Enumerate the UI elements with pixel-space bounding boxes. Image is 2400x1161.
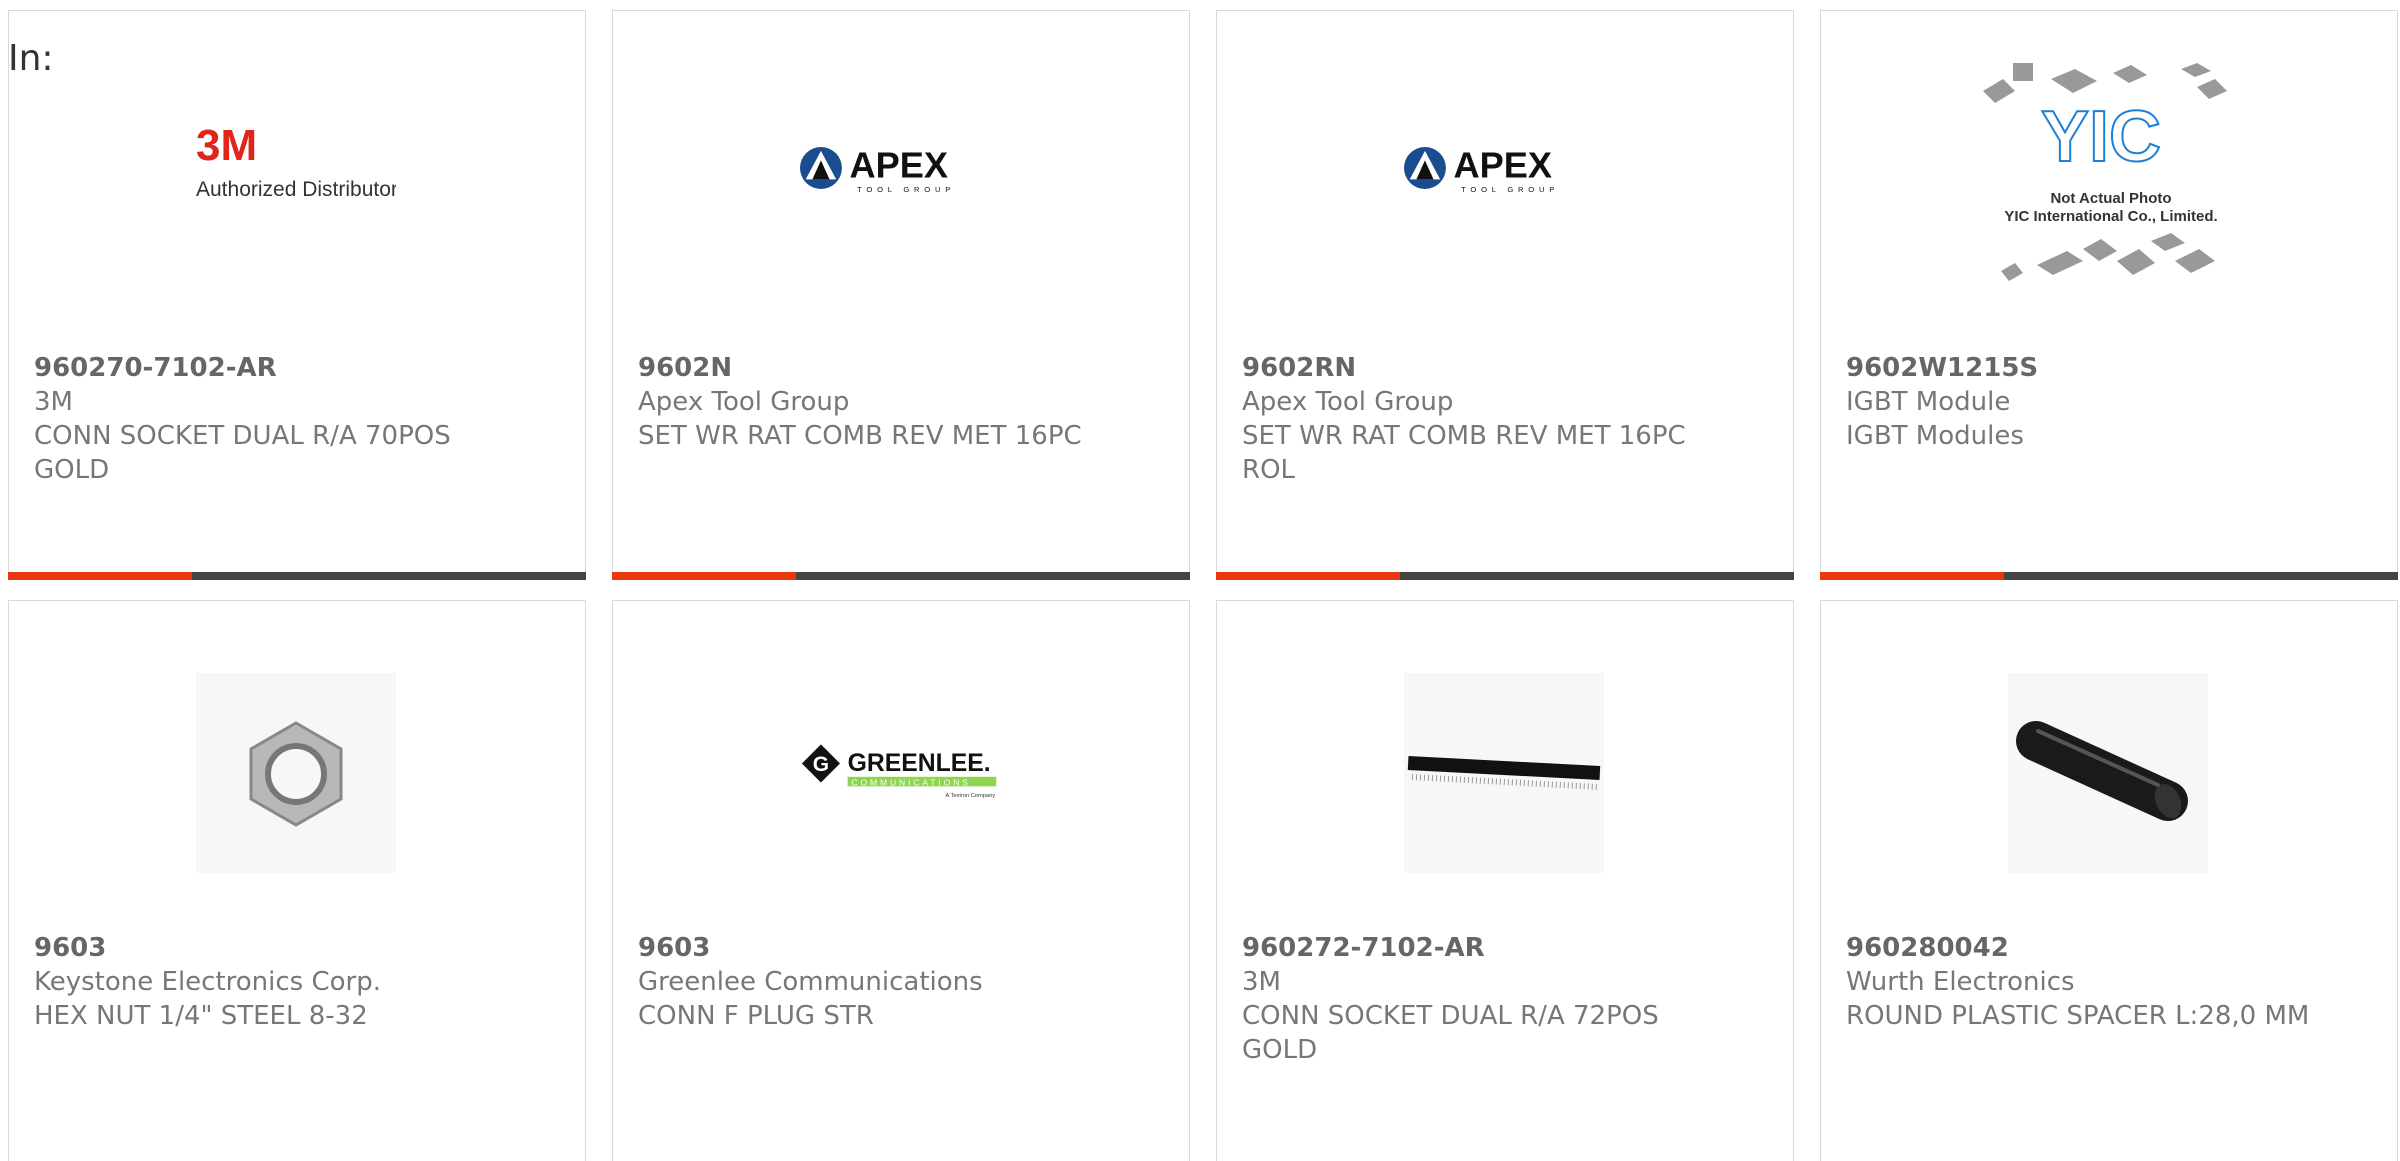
svg-text:APEX: APEX <box>1454 145 1553 186</box>
part-number[interactable]: 960280042 <box>1846 931 2316 965</box>
product-card[interactable]: 9603 Keystone Electronics Corp. HEX NUT … <box>8 600 586 1161</box>
svg-text:TOOL GROUP: TOOL GROUP <box>1461 185 1559 194</box>
product-description: IGBT Modules <box>1846 421 2024 451</box>
svg-text:YIC International Co., Limited: YIC International Co., Limited. <box>2004 208 2217 225</box>
manufacturer-name: 3M <box>34 387 73 417</box>
in-label: In: <box>8 38 54 79</box>
svg-text:APEX: APEX <box>850 145 949 186</box>
svg-text:GREENLEE.: GREENLEE. <box>848 750 991 777</box>
svg-text:A Textron Company: A Textron Company <box>946 793 996 799</box>
product-description: SET WR RAT COMB REV MET 16PC <box>638 421 1082 451</box>
manufacturer-logo: APEX TOOL GROUP <box>800 68 1000 268</box>
part-number[interactable]: 9602W1215S <box>1846 351 2316 385</box>
manufacturer-name: 3M <box>1242 967 1281 997</box>
manufacturer-name: IGBT Module <box>1846 387 2011 417</box>
manufacturer-name: Apex Tool Group <box>1242 387 1454 417</box>
product-photo <box>2008 673 2208 873</box>
product-card[interactable]: APEX TOOL GROUP 9602N Apex Tool Group SE… <box>612 10 1190 580</box>
product-description: HEX NUT 1/4" STEEL 8-32 <box>34 1001 368 1031</box>
card-bottom-bar <box>612 572 1190 580</box>
part-number[interactable]: 9602N <box>638 351 1108 385</box>
product-description: CONN SOCKET DUAL R/A 70POS GOLD <box>34 421 451 485</box>
card-bottom-bar <box>8 572 586 580</box>
part-number[interactable]: 960272-7102-AR <box>1242 931 1712 965</box>
manufacturer-name: Apex Tool Group <box>638 387 850 417</box>
manufacturer-name: Greenlee Communications <box>638 967 983 997</box>
product-description: ROUND PLASTIC SPACER L:28,0 MM <box>1846 1001 2310 1031</box>
part-number[interactable]: 9603 <box>34 931 504 965</box>
product-card[interactable]: 960272-7102-AR 3M CONN SOCKET DUAL R/A 7… <box>1216 600 1794 1161</box>
product-card[interactable]: YIC Not Actual Photo YIC International C… <box>1820 10 2398 580</box>
product-photo <box>1404 673 1604 873</box>
product-description: CONN SOCKET DUAL R/A 72POS GOLD <box>1242 1001 1659 1065</box>
svg-text:Authorized Distributor: Authorized Distributor <box>196 178 396 201</box>
svg-text:YIC: YIC <box>2041 97 2161 177</box>
part-number[interactable]: 9602RN <box>1242 351 1712 385</box>
manufacturer-logo: APEX TOOL GROUP <box>1404 68 1604 268</box>
card-bottom-bar <box>1820 572 2398 580</box>
svg-text:COMMUNICATIONS: COMMUNICATIONS <box>851 777 970 787</box>
product-description: SET WR RAT COMB REV MET 16PC ROL <box>1242 421 1686 485</box>
svg-text:G: G <box>813 753 829 776</box>
placeholder-image: YIC Not Actual Photo YIC International C… <box>1971 51 2251 301</box>
product-photo <box>196 673 396 873</box>
product-card[interactable]: APEX TOOL GROUP 9602RN Apex Tool Group S… <box>1216 10 1794 580</box>
svg-text:Not Actual Photo: Not Actual Photo <box>2050 190 2171 207</box>
card-bottom-bar <box>1216 572 1794 580</box>
manufacturer-name: Keystone Electronics Corp. <box>34 967 382 997</box>
part-number[interactable]: 9603 <box>638 931 1108 965</box>
manufacturer-name: Wurth Electronics <box>1846 967 2075 997</box>
product-card[interactable]: 960280042 Wurth Electronics ROUND PLASTI… <box>1820 600 2398 1161</box>
product-card[interactable]: 3M Authorized Distributor 960270-7102-AR… <box>8 10 586 580</box>
part-number[interactable]: 960270-7102-AR <box>34 351 504 385</box>
product-card[interactable]: G GREENLEE. COMMUNICATIONS A Textron Com… <box>612 600 1190 1161</box>
svg-text:3M: 3M <box>196 121 257 170</box>
manufacturer-logo: G GREENLEE. COMMUNICATIONS A Textron Com… <box>800 673 1000 873</box>
svg-text:TOOL GROUP: TOOL GROUP <box>857 185 955 194</box>
product-description: CONN F PLUG STR <box>638 1001 874 1031</box>
manufacturer-logo: 3M Authorized Distributor <box>196 68 396 268</box>
